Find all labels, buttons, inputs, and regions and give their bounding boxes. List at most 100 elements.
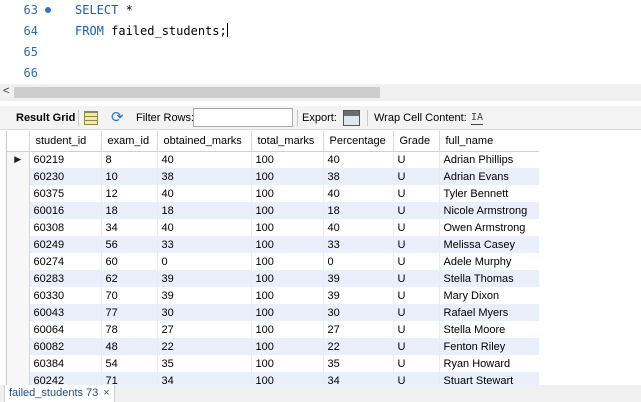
table-cell[interactable]: 100 bbox=[251, 151, 324, 168]
result-tab-failed-students[interactable]: failed_students 73 × bbox=[4, 385, 115, 402]
row-header[interactable] bbox=[7, 219, 30, 236]
row-header[interactable] bbox=[7, 236, 30, 253]
table-cell[interactable]: 100 bbox=[251, 321, 324, 338]
table-cell[interactable]: 100 bbox=[251, 202, 324, 219]
table-cell[interactable]: Fenton Riley bbox=[439, 338, 539, 355]
table-cell[interactable]: U bbox=[393, 287, 440, 304]
table-cell[interactable]: 0 bbox=[157, 253, 252, 270]
table-cell[interactable]: 100 bbox=[251, 253, 324, 270]
close-icon[interactable]: × bbox=[103, 387, 109, 399]
table-cell[interactable]: Nicole Armstrong bbox=[439, 202, 539, 219]
row-header[interactable] bbox=[7, 185, 30, 202]
table-row[interactable]: 60242 71 34 100 34 U Stuart Stewart bbox=[7, 372, 539, 385]
editor-horizontal-scrollbar[interactable]: < bbox=[0, 84, 641, 101]
table-cell[interactable]: 38 bbox=[157, 168, 252, 185]
table-row[interactable]: 60384 54 35 100 35 U Ryan Howard bbox=[7, 355, 539, 372]
table-cell[interactable]: 18 bbox=[323, 202, 394, 219]
table-cell[interactable]: U bbox=[393, 151, 440, 168]
table-cell[interactable]: 60375 bbox=[29, 185, 102, 202]
table-cell[interactable]: 40 bbox=[323, 151, 394, 168]
table-cell[interactable]: 60283 bbox=[29, 270, 102, 287]
table-cell[interactable]: 0 bbox=[323, 253, 394, 270]
table-cell[interactable]: 30 bbox=[323, 304, 394, 321]
table-cell[interactable]: 27 bbox=[323, 321, 394, 338]
table-cell[interactable]: 22 bbox=[323, 338, 394, 355]
column-header-obtained-marks[interactable]: obtained_marks bbox=[157, 131, 252, 152]
table-cell[interactable]: 100 bbox=[251, 219, 324, 236]
table-row[interactable]: ▶ 60219 8 40 100 40 U Adrian Phillips bbox=[7, 151, 539, 168]
table-cell[interactable]: 39 bbox=[323, 287, 394, 304]
export-icon[interactable] bbox=[343, 110, 360, 126]
table-cell[interactable]: 62 bbox=[101, 270, 158, 287]
table-cell[interactable]: 60064 bbox=[29, 321, 102, 338]
table-cell[interactable]: 30 bbox=[157, 304, 252, 321]
table-cell[interactable]: U bbox=[393, 202, 440, 219]
table-cell[interactable]: 39 bbox=[323, 270, 394, 287]
table-cell[interactable]: U bbox=[393, 338, 440, 355]
filter-rows-input[interactable] bbox=[193, 108, 293, 127]
table-cell[interactable]: 38 bbox=[323, 168, 394, 185]
table-cell[interactable]: 71 bbox=[101, 372, 158, 385]
table-cell[interactable]: 77 bbox=[101, 304, 158, 321]
column-header-full-name[interactable]: full_name bbox=[439, 131, 539, 152]
row-header[interactable] bbox=[7, 287, 30, 304]
scroll-left-icon[interactable]: < bbox=[3, 85, 9, 97]
table-row[interactable]: 60274 60 0 100 0 U Adele Murphy bbox=[7, 253, 539, 270]
table-cell[interactable]: 60219 bbox=[29, 151, 102, 168]
table-cell[interactable]: 70 bbox=[101, 287, 158, 304]
table-cell[interactable]: U bbox=[393, 168, 440, 185]
grid-view-icon[interactable] bbox=[84, 111, 98, 125]
table-cell[interactable]: U bbox=[393, 185, 440, 202]
result-grid[interactable]: student_id exam_id obtained_marks total_… bbox=[6, 131, 539, 385]
column-header-grade[interactable]: Grade bbox=[393, 131, 440, 152]
code-line-64[interactable]: 64 FROM failed_students; bbox=[0, 21, 641, 42]
table-cell[interactable]: 60308 bbox=[29, 219, 102, 236]
table-cell[interactable]: U bbox=[393, 253, 440, 270]
table-cell[interactable]: 35 bbox=[157, 355, 252, 372]
column-header-percentage[interactable]: Percentage bbox=[323, 131, 394, 152]
table-cell[interactable]: 39 bbox=[157, 287, 252, 304]
row-header[interactable] bbox=[7, 304, 30, 321]
table-row[interactable]: 60330 70 39 100 39 U Mary Dixon bbox=[7, 287, 539, 304]
table-cell[interactable]: 60043 bbox=[29, 304, 102, 321]
refresh-icon[interactable]: ⟳ bbox=[111, 109, 124, 127]
table-cell[interactable]: 40 bbox=[157, 151, 252, 168]
row-header[interactable] bbox=[7, 338, 30, 355]
table-cell[interactable]: Stella Moore bbox=[439, 321, 539, 338]
table-cell[interactable]: 60 bbox=[101, 253, 158, 270]
table-cell[interactable]: 60384 bbox=[29, 355, 102, 372]
table-row[interactable]: 60249 56 33 100 33 U Melissa Casey bbox=[7, 236, 539, 253]
table-cell[interactable]: 60242 bbox=[29, 372, 102, 385]
table-cell[interactable]: 18 bbox=[101, 202, 158, 219]
table-cell[interactable]: Rafael Myers bbox=[439, 304, 539, 321]
table-cell[interactable]: 34 bbox=[323, 372, 394, 385]
table-cell[interactable]: Tyler Bennett bbox=[439, 185, 539, 202]
table-cell[interactable]: 10 bbox=[101, 168, 158, 185]
row-header[interactable] bbox=[7, 253, 30, 270]
table-cell[interactable]: 34 bbox=[157, 372, 252, 385]
row-header[interactable] bbox=[7, 202, 30, 219]
table-cell[interactable]: 40 bbox=[323, 219, 394, 236]
table-cell[interactable]: 100 bbox=[251, 355, 324, 372]
wrap-cell-icon[interactable]: IA bbox=[471, 112, 484, 125]
table-cell[interactable]: 35 bbox=[323, 355, 394, 372]
table-cell[interactable]: Adele Murphy bbox=[439, 253, 539, 270]
table-cell[interactable]: 100 bbox=[251, 185, 324, 202]
code-line-65[interactable]: 65 bbox=[0, 42, 641, 63]
table-cell[interactable]: 100 bbox=[251, 270, 324, 287]
table-row[interactable]: 60043 77 30 100 30 U Rafael Myers bbox=[7, 304, 539, 321]
table-cell[interactable]: 100 bbox=[251, 236, 324, 253]
table-cell[interactable]: U bbox=[393, 304, 440, 321]
table-cell[interactable]: 27 bbox=[157, 321, 252, 338]
scrollbar-thumb[interactable] bbox=[14, 87, 380, 98]
table-cell[interactable]: Stella Thomas bbox=[439, 270, 539, 287]
table-cell[interactable]: U bbox=[393, 236, 440, 253]
table-cell[interactable]: Adrian Phillips bbox=[439, 151, 539, 168]
table-row[interactable]: 60283 62 39 100 39 U Stella Thomas bbox=[7, 270, 539, 287]
code-line-66[interactable]: 66 bbox=[0, 63, 641, 84]
table-cell[interactable]: 56 bbox=[101, 236, 158, 253]
table-cell[interactable]: 40 bbox=[157, 219, 252, 236]
table-cell[interactable]: U bbox=[393, 270, 440, 287]
column-header-student-id[interactable]: student_id bbox=[29, 131, 102, 152]
table-cell[interactable]: Mary Dixon bbox=[439, 287, 539, 304]
